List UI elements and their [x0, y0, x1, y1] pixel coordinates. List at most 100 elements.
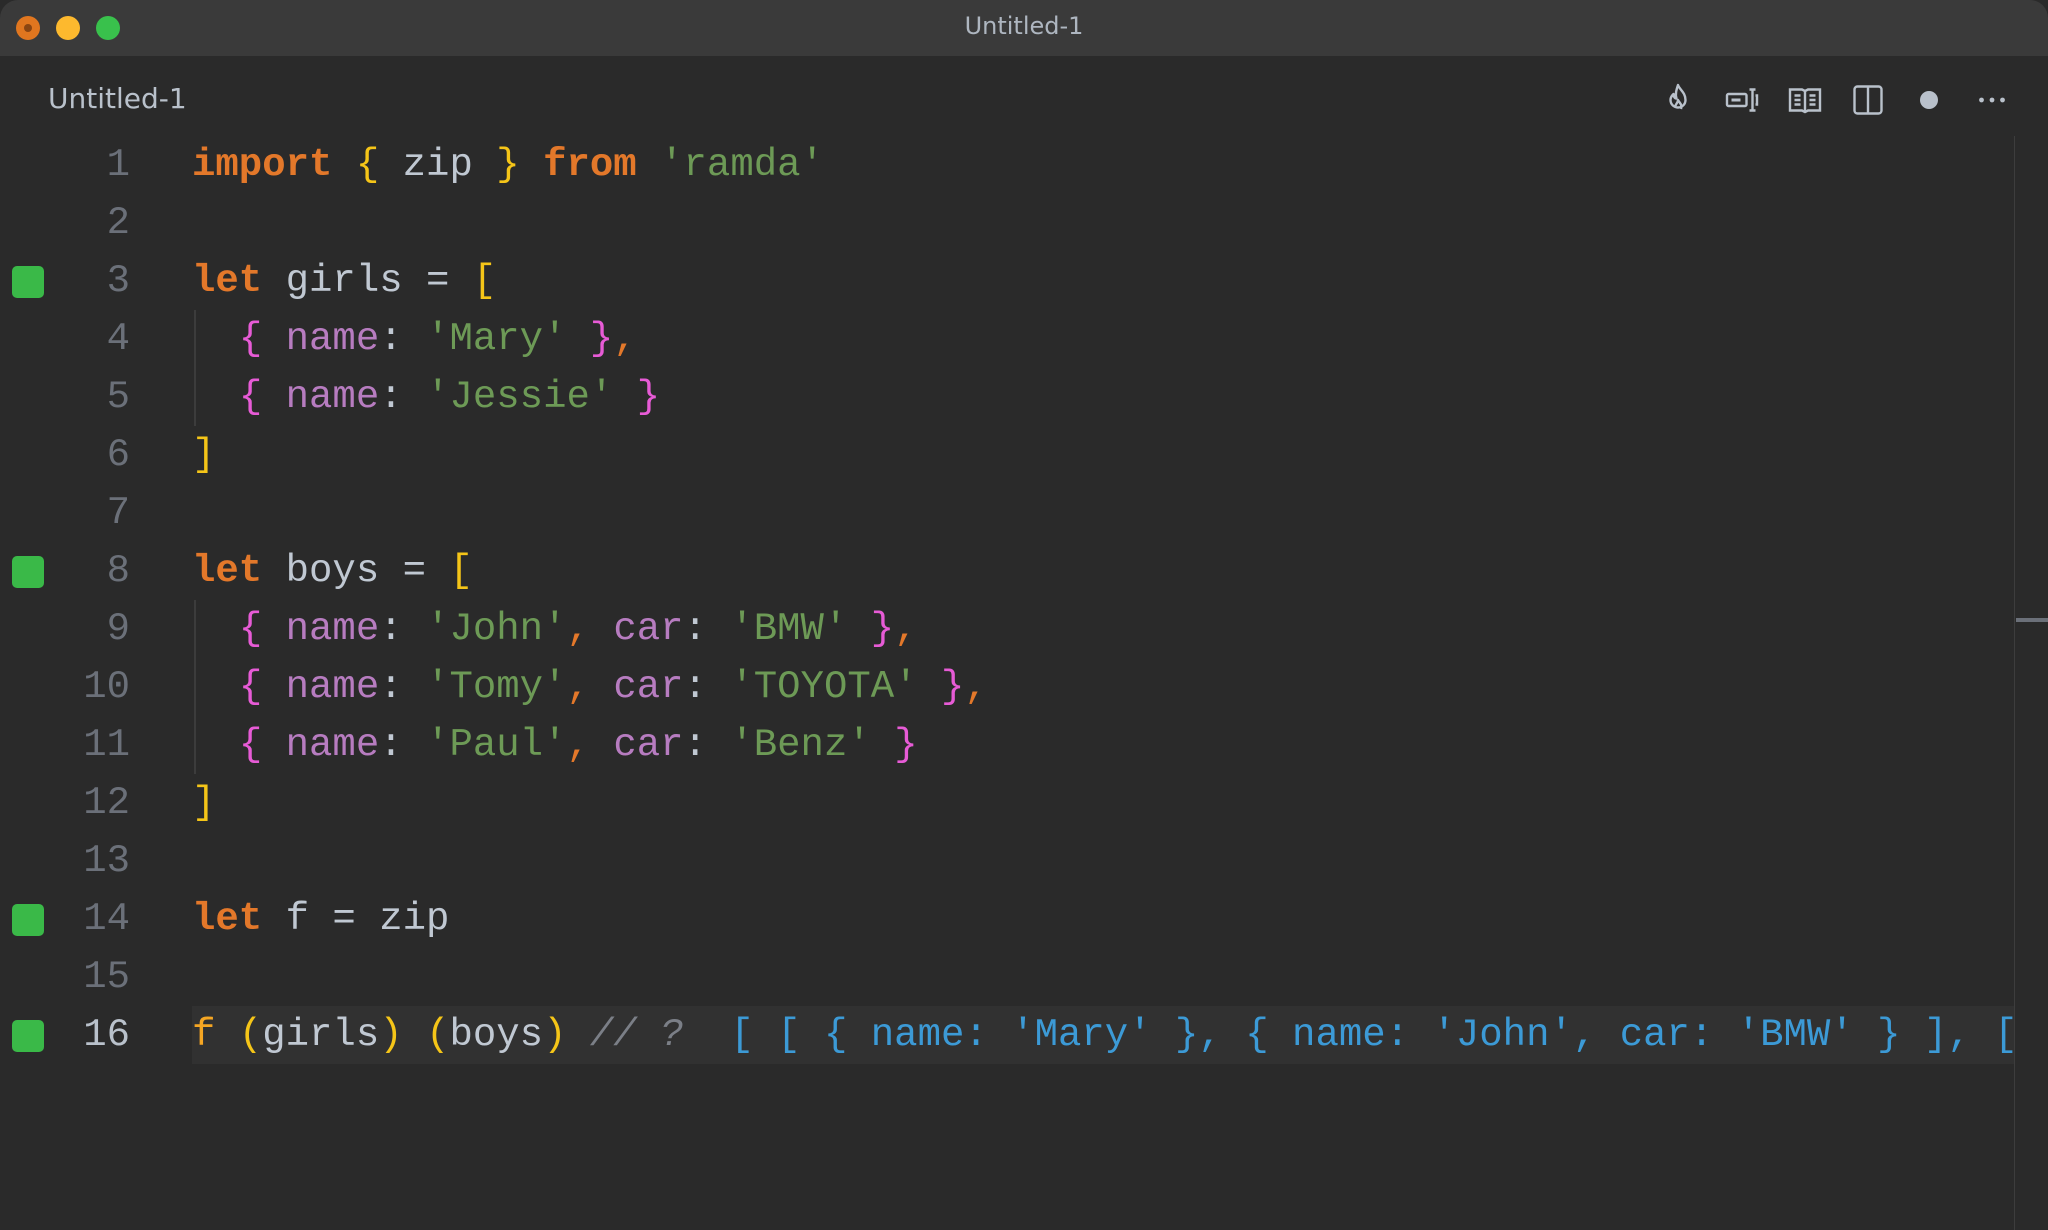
line-number: 9 [106, 607, 130, 651]
code-line[interactable]: 7 [0, 484, 2014, 542]
code-line[interactable]: 5 { name: 'Jessie' } [0, 368, 2014, 426]
token-bracket: } [496, 143, 520, 187]
unsaved-dot-icon[interactable] [1909, 80, 1949, 120]
token-string: 'Tomy' [426, 665, 567, 709]
tab-untitled-1[interactable]: Untitled-1 [48, 82, 187, 115]
code-line[interactable]: 12] [0, 774, 2014, 832]
token-bracket: ] [192, 433, 216, 477]
code-line[interactable]: 10 { name: 'Tomy', car: 'TOYOTA' }, [0, 658, 2014, 716]
code-line[interactable]: 14 let f = zip [0, 890, 2014, 948]
token-bracket: ] [192, 781, 216, 825]
token-identifier [192, 607, 239, 651]
token-identifier: boys = [262, 549, 450, 593]
more-icon[interactable] [1972, 80, 2012, 120]
code-line[interactable]: 6] [0, 426, 2014, 484]
code-content [192, 832, 2014, 890]
token-identifier: girls [262, 1013, 380, 1057]
open-book-icon[interactable] [1785, 80, 1825, 120]
code-content: { name: 'Jessie' } [192, 368, 2014, 426]
token-comma: , [566, 665, 590, 709]
token-identifier: girls = [262, 259, 473, 303]
scrollbar-cursor-marker [2016, 618, 2048, 622]
token-punctuation: : [379, 607, 427, 651]
code-content: { name: 'Mary' }, [192, 310, 2014, 368]
line-number: 6 [106, 433, 130, 477]
code-content [192, 194, 2014, 252]
code-line[interactable]: 1 import { zip } from 'ramda' [0, 136, 2014, 194]
token-brace: { [238, 317, 263, 361]
token-property: name [285, 607, 380, 651]
token-bracket: [ [472, 259, 497, 303]
token-comment: // ? [589, 1013, 684, 1057]
line-number: 12 [83, 781, 130, 825]
code-content [192, 948, 2014, 1006]
line-number: 2 [106, 201, 130, 245]
code-content: ] [192, 774, 2014, 832]
split-editor-icon[interactable] [1848, 80, 1888, 120]
token-identifier [262, 607, 285, 651]
token-identifier [567, 1013, 590, 1057]
code-line[interactable]: 9 { name: 'John', car: 'BMW' }, [0, 600, 2014, 658]
token-identifier [871, 723, 894, 767]
token-brace: } [636, 375, 661, 419]
token-identifier [590, 607, 613, 651]
token-identifier: f = zip [262, 897, 450, 941]
token-identifier [192, 317, 239, 361]
code-line[interactable]: 3 let girls = [ [0, 252, 2014, 310]
token-punctuation: : [683, 607, 731, 651]
vertical-scrollbar[interactable] [2014, 136, 2048, 1230]
title-bar: Untitled-1 [0, 0, 2048, 56]
token-brace: { [238, 375, 263, 419]
token-brace: { [238, 665, 263, 709]
flame-icon[interactable] [1658, 80, 1698, 120]
line-number: 13 [83, 839, 130, 883]
token-string: 'ramda' [660, 143, 824, 187]
token-identifier [590, 665, 613, 709]
line-number: 8 [106, 549, 130, 593]
code-line[interactable]: 4 { name: 'Mary' }, [0, 310, 2014, 368]
token-string: 'Jessie' [426, 375, 614, 419]
token-property: name [285, 317, 380, 361]
token-property: car [613, 607, 684, 651]
coverage-marker [12, 1020, 44, 1052]
token-identifier [262, 665, 285, 709]
code-line[interactable]: 11 { name: 'Paul', car: 'Benz' } [0, 716, 2014, 774]
token-identifier [847, 607, 870, 651]
token-identifier [332, 143, 355, 187]
token-identifier [613, 375, 636, 419]
code-line[interactable]: 13 [0, 832, 2014, 890]
line-number: 16 [83, 1013, 130, 1057]
token-identifier [192, 723, 239, 767]
token-identifier [262, 317, 285, 361]
token-identifier [567, 317, 590, 361]
line-number: 5 [106, 375, 130, 419]
token-comma: , [566, 607, 590, 651]
token-string: 'BMW' [730, 607, 848, 651]
token-identifier [403, 1013, 426, 1057]
token-punctuation: : [379, 723, 427, 767]
token-property: name [285, 723, 380, 767]
token-string: 'Mary' [426, 317, 567, 361]
code-content [192, 484, 2014, 542]
token-brace: { [238, 607, 263, 651]
line-number: 15 [83, 955, 130, 999]
token-comma: , [566, 723, 590, 767]
token-property: name [285, 375, 380, 419]
code-line[interactable]: 8 let boys = [ [0, 542, 2014, 600]
token-punctuation: : [683, 665, 731, 709]
token-identifier [918, 665, 941, 709]
token-bracket: { [355, 143, 380, 187]
code-editor[interactable]: 1 import { zip } from 'ramda' 2 3 let girls… [0, 136, 2048, 1230]
code-content: { name: 'Paul', car: 'Benz' } [192, 716, 2014, 774]
token-string: 'Paul' [426, 723, 567, 767]
token-keyword: from [543, 143, 637, 187]
token-string: 'TOYOTA' [730, 665, 918, 709]
token-identifier [637, 143, 660, 187]
token-identifier: boys [449, 1013, 544, 1057]
text-cursor-box-icon[interactable] [1722, 80, 1762, 120]
token-comma: , [964, 665, 988, 709]
code-line[interactable]: 15 [0, 948, 2014, 1006]
code-line[interactable]: 2 [0, 194, 2014, 252]
code-line[interactable]: 16 f (girls) (boys) // ? [ [ { name: 'Mar… [0, 1006, 2048, 1064]
token-function-call: f [192, 1013, 216, 1057]
